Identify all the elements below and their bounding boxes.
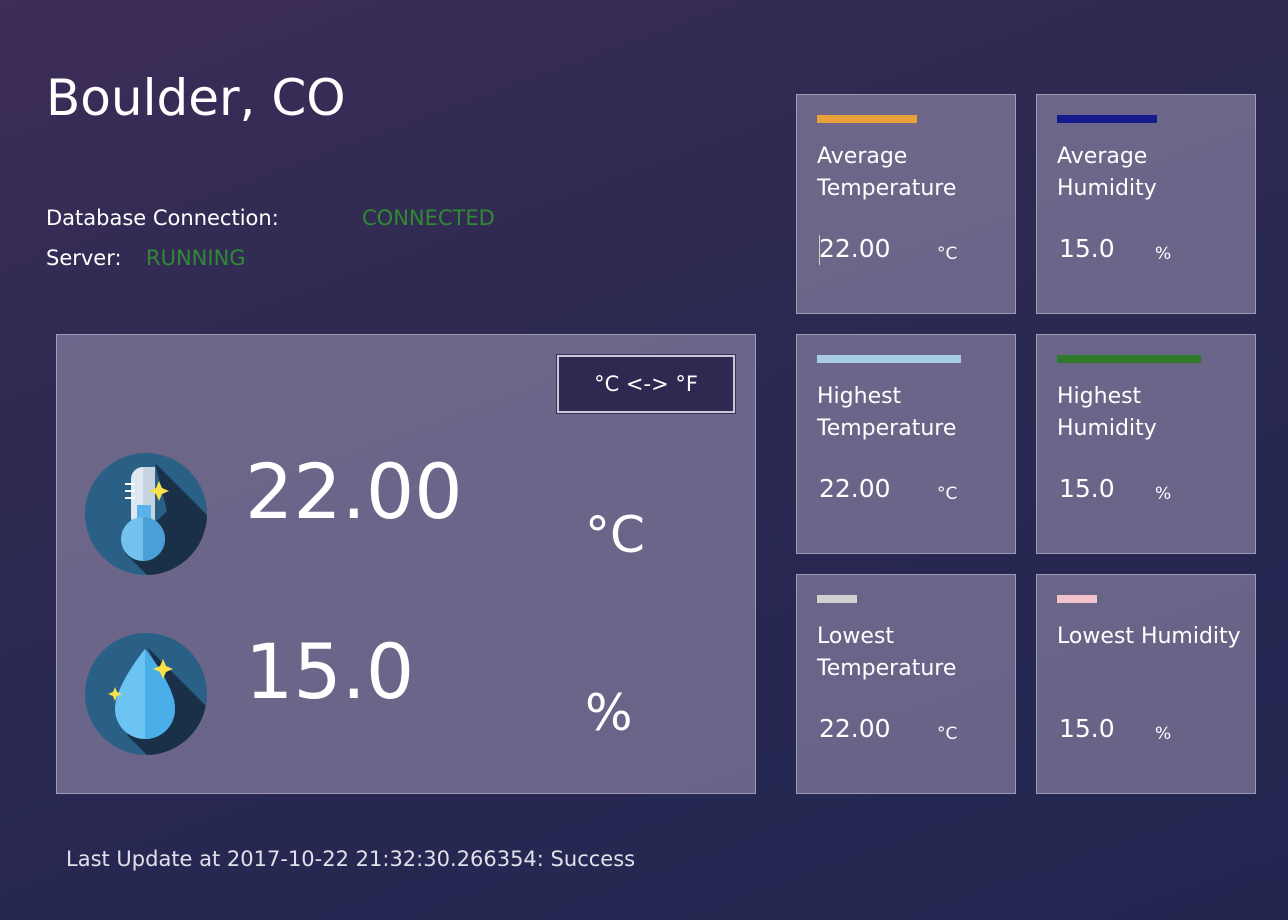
- stat-unit: °C: [937, 244, 958, 264]
- stat-label: Lowest Humidity: [1057, 624, 1241, 649]
- stat-card-highest-temperature: Highest Temperature 22.00 °C: [796, 334, 1016, 554]
- server-status-label: Server:: [46, 246, 122, 270]
- last-update-status: Last Update at 2017-10-22 21:32:30.26635…: [66, 847, 636, 871]
- database-status-label: Database Connection:: [46, 206, 279, 230]
- thermometer-icon: [85, 453, 207, 575]
- server-status-value: RUNNING: [146, 246, 246, 270]
- unit-toggle-button[interactable]: °C <-> °F: [556, 354, 736, 414]
- accent-bar: [1057, 115, 1157, 123]
- server-status: Server: RUNNING: [46, 245, 246, 271]
- accent-bar: [817, 115, 917, 123]
- water-drop-icon: [85, 633, 207, 755]
- stat-unit: °C: [937, 724, 958, 744]
- stat-card-average-humidity: Average Humidity 15.0 %: [1036, 94, 1256, 314]
- stat-label: Highest Humidity: [1057, 384, 1157, 441]
- stat-unit: %: [1155, 244, 1172, 264]
- stat-unit: %: [1155, 724, 1172, 744]
- stat-value: 15.0: [1059, 234, 1115, 263]
- stat-card-lowest-humidity: Lowest Humidity 15.0 %: [1036, 574, 1256, 794]
- stat-card-highest-humidity: Highest Humidity 15.0 %: [1036, 334, 1256, 554]
- accent-bar: [817, 595, 857, 603]
- current-temperature-unit: °C: [585, 506, 645, 564]
- stat-label: Lowest Temperature: [817, 624, 957, 681]
- accent-bar: [1057, 595, 1097, 603]
- accent-bar: [817, 355, 961, 363]
- stat-label: Average Temperature: [817, 144, 957, 201]
- stat-value: 22.00: [819, 234, 891, 263]
- city-title: Boulder, CO: [46, 69, 346, 127]
- current-temperature-value: 22.00: [245, 447, 463, 536]
- current-humidity-unit: %: [585, 684, 633, 742]
- stat-card-average-temperature: Average Temperature 22.00 °C: [796, 94, 1016, 314]
- stat-value: 22.00: [819, 714, 891, 743]
- database-status-value: CONNECTED: [362, 206, 495, 230]
- stat-card-lowest-temperature: Lowest Temperature 22.00 °C: [796, 574, 1016, 794]
- stat-value: 15.0: [1059, 474, 1115, 503]
- current-humidity-value: 15.0: [245, 627, 415, 716]
- stat-value: 15.0: [1059, 714, 1115, 743]
- stat-label: Highest Temperature: [817, 384, 957, 441]
- current-readings-panel: °C <-> °F 22.00 °C 15.0 %: [56, 334, 756, 794]
- database-status: Database Connection: CONNECTED: [46, 205, 495, 231]
- stat-label: Average Humidity: [1057, 144, 1157, 201]
- accent-bar: [1057, 355, 1201, 363]
- stat-unit: %: [1155, 484, 1172, 504]
- stat-unit: °C: [937, 484, 958, 504]
- stat-value: 22.00: [819, 474, 891, 503]
